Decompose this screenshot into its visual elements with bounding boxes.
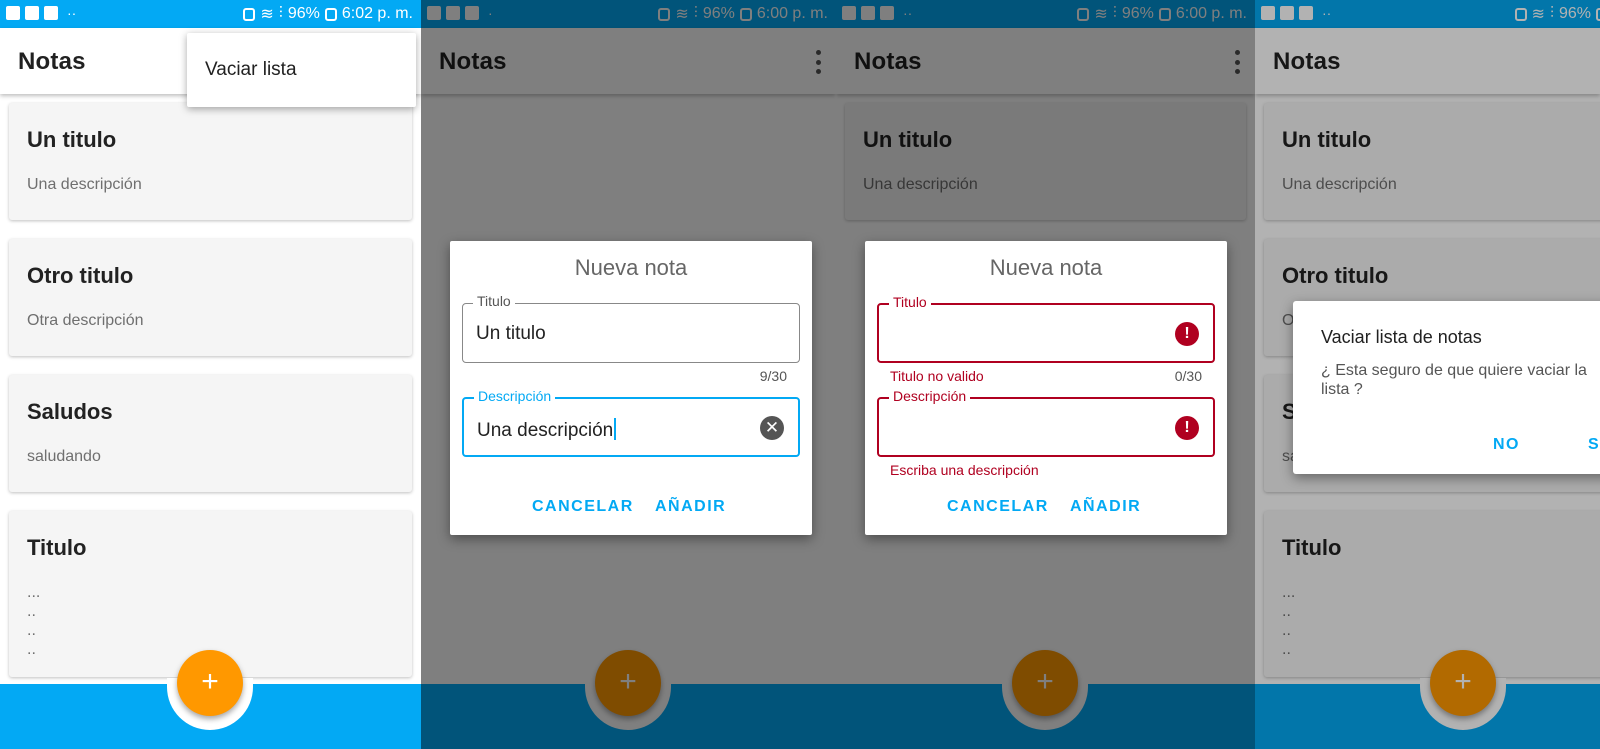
gallery-icon bbox=[25, 6, 39, 20]
cancel-button[interactable]: CANCELAR bbox=[947, 498, 1049, 516]
signal-icon: ⫶ bbox=[278, 5, 283, 22]
status-time: 6:02 p. m. bbox=[341, 5, 413, 22]
text-caret bbox=[614, 418, 617, 440]
new-note-dialog: Nueva nota Titulo Un titulo 9/30 Descrip… bbox=[450, 241, 812, 535]
facebook-icon bbox=[44, 6, 58, 20]
screenshots-strip: ·· ≋ ⫶ 96% 6:02 p. m. Notas Un titulo Un… bbox=[0, 0, 1600, 749]
error-icon: ! bbox=[1175, 416, 1199, 440]
screen-confirm-clear: ·· ≋ ⫶ 96% Notas Un titulo Una descripci… bbox=[1255, 0, 1600, 749]
dialog-message-line-1: ¿ Esta seguro de que quiere vaciar la bbox=[1321, 362, 1587, 379]
title-field[interactable]: Titulo Un titulo bbox=[462, 293, 800, 363]
note-description: Otra descripción bbox=[27, 312, 144, 329]
note-card[interactable]: Un titulo Una descripción bbox=[9, 103, 412, 220]
dialog-message-line-2: lista ? bbox=[1321, 381, 1363, 398]
screen-new-note-errors: ·· ≋ ⫶ 96% 6:00 p. m. Notas Un titulo Un… bbox=[836, 0, 1255, 749]
title-char-counter: 9/30 bbox=[759, 368, 787, 384]
note-card[interactable]: Otro titulo Otra descripción bbox=[9, 239, 412, 356]
description-field[interactable]: Descripción ! bbox=[877, 388, 1215, 457]
add-icon: + bbox=[201, 665, 219, 698]
note-description: saludando bbox=[27, 448, 101, 465]
wifi-icon: ≋ bbox=[260, 6, 274, 23]
description-field-label: Descripción bbox=[889, 388, 971, 404]
note-title: Otro titulo bbox=[27, 263, 134, 288]
description-error-text: Escriba una descripción bbox=[890, 462, 1039, 478]
facebook-icon bbox=[6, 6, 20, 20]
overflow-menu: Vaciar lista bbox=[187, 33, 416, 107]
more-notifications-icon: ·· bbox=[67, 5, 77, 21]
cancel-button[interactable]: CANCELAR bbox=[532, 498, 634, 516]
title-error-text: Titulo no valido bbox=[890, 368, 984, 384]
error-icon: ! bbox=[1175, 322, 1199, 346]
description-field-value: Una descripción bbox=[477, 420, 614, 441]
yes-button[interactable]: SI bbox=[1588, 436, 1600, 454]
note-description: Una descripción bbox=[27, 176, 142, 193]
title-field-value: Un titulo bbox=[476, 323, 546, 344]
battery-level: 96% bbox=[287, 5, 320, 22]
add-button[interactable]: AÑADIR bbox=[1070, 498, 1141, 516]
note-title: Un titulo bbox=[27, 127, 117, 152]
no-button[interactable]: NO bbox=[1493, 436, 1520, 454]
alarm-icon bbox=[243, 7, 256, 21]
clear-icon[interactable]: ✕ bbox=[760, 416, 784, 440]
title-field[interactable]: Titulo ! bbox=[877, 294, 1215, 363]
screen-new-note: · ≋ ⫶ 96% 6:00 p. m. Notas + Nueva nota … bbox=[421, 0, 836, 749]
status-bar: ·· ≋ ⫶ 96% 6:02 p. m. bbox=[0, 0, 421, 28]
title-field-label: Titulo bbox=[473, 293, 515, 309]
dialog-title: Nueva nota bbox=[574, 255, 688, 280]
battery-icon bbox=[324, 7, 337, 21]
menu-item-vaciar-lista[interactable]: Vaciar lista bbox=[205, 59, 297, 81]
title-field-label: Titulo bbox=[889, 294, 931, 310]
title-char-counter: 0/30 bbox=[1174, 368, 1202, 384]
dialog-title: Nueva nota bbox=[989, 255, 1103, 280]
note-title: Saludos bbox=[27, 399, 113, 424]
note-description: ... .. .. .. bbox=[27, 584, 41, 658]
screen-list-menu: ·· ≋ ⫶ 96% 6:02 p. m. Notas Un titulo Un… bbox=[0, 0, 421, 749]
dialog-message: ¿ Esta seguro de que quiere vaciar la li… bbox=[1321, 361, 1600, 399]
note-card[interactable]: Saludos saludando bbox=[9, 375, 412, 492]
description-field-label: Descripción bbox=[474, 388, 556, 404]
description-field[interactable]: Descripción Una descripción ✕ bbox=[462, 388, 800, 457]
page-title: Notas bbox=[18, 48, 86, 75]
add-button[interactable]: AÑADIR bbox=[655, 498, 726, 516]
note-title: Titulo bbox=[27, 535, 87, 560]
confirm-clear-dialog: Vaciar lista de notas ¿ Esta seguro de q… bbox=[1293, 301, 1600, 474]
dialog-title: Vaciar lista de notas bbox=[1321, 327, 1482, 347]
new-note-dialog: Nueva nota Titulo ! Titulo no valido 0/3… bbox=[865, 241, 1227, 535]
add-note-button[interactable]: + bbox=[177, 650, 243, 716]
